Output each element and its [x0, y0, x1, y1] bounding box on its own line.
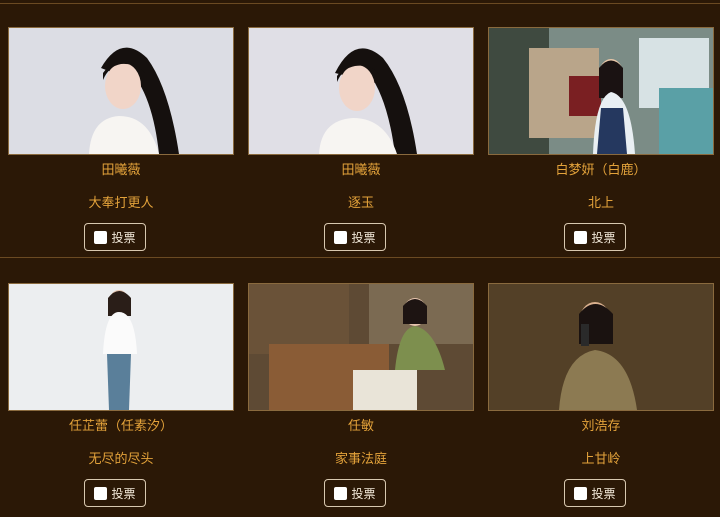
vote-checkbox[interactable]	[574, 486, 588, 500]
vote-label: 投票	[591, 230, 616, 245]
candidate-show: 逐玉	[347, 196, 374, 211]
vote-button[interactable]: 投票	[84, 479, 146, 507]
candidate-name: 田曦薇	[101, 163, 141, 178]
vote-label: 投票	[111, 486, 136, 501]
candidate-photo	[488, 283, 714, 411]
vote-button[interactable]: 投票	[564, 223, 626, 251]
candidate-card: 田曦薇 大奉打更人 投票	[8, 27, 234, 257]
candidate-show: 无尽的尽头	[88, 452, 154, 467]
candidate-name: 任芷蕾（任素汐）	[68, 419, 173, 434]
candidate-photo	[8, 283, 234, 411]
candidate-photo	[248, 283, 474, 411]
candidate-show: 大奉打更人	[88, 196, 154, 211]
vote-label: 投票	[591, 486, 616, 501]
candidate-card: 白梦妍（白鹿） 北上 投票	[488, 27, 714, 257]
candidate-card: 刘浩存 上甘岭 投票	[488, 283, 714, 513]
candidate-card: 田曦薇 逐玉 投票	[248, 27, 474, 257]
vote-checkbox[interactable]	[94, 230, 108, 244]
vote-checkbox[interactable]	[574, 230, 588, 244]
candidate-card: 任芷蕾（任素汐） 无尽的尽头 投票	[8, 283, 234, 513]
candidate-name: 田曦薇	[341, 163, 381, 178]
candidate-name: 刘浩存	[581, 419, 621, 434]
candidate-show: 北上	[587, 196, 614, 211]
candidate-show: 上甘岭	[581, 452, 621, 467]
vote-label: 投票	[351, 230, 376, 245]
candidate-photo	[8, 27, 234, 155]
vote-checkbox[interactable]	[334, 230, 348, 244]
vote-button[interactable]: 投票	[84, 223, 146, 251]
candidate-card: 任敏 家事法庭 投票	[248, 283, 474, 513]
candidate-name: 任敏	[347, 419, 374, 434]
vote-label: 投票	[351, 486, 376, 501]
vote-label: 投票	[111, 230, 136, 245]
candidate-grid: 田曦薇 大奉打更人 投票 田曦薇 逐玉 投票 白梦妍（白鹿） 北上 投票 任芷蕾…	[0, 0, 720, 517]
candidate-show: 家事法庭	[334, 452, 387, 467]
vote-button[interactable]: 投票	[324, 223, 386, 251]
vote-checkbox[interactable]	[94, 486, 108, 500]
candidate-photo	[248, 27, 474, 155]
candidate-photo	[488, 27, 714, 155]
candidate-name: 白梦妍（白鹿）	[555, 163, 647, 178]
vote-checkbox[interactable]	[334, 486, 348, 500]
vote-button[interactable]: 投票	[324, 479, 386, 507]
vote-button[interactable]: 投票	[564, 479, 626, 507]
